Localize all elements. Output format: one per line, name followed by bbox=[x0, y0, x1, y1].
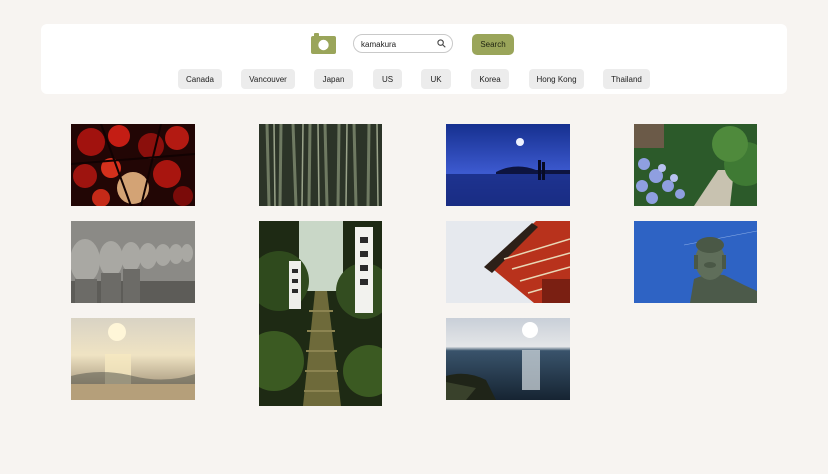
photo-sunlit-ocean-shore[interactable] bbox=[446, 318, 570, 400]
camera-icon[interactable] bbox=[311, 33, 336, 54]
category-chip-uk[interactable]: UK bbox=[421, 69, 451, 89]
photo-beach-sunset[interactable] bbox=[71, 318, 195, 400]
category-chip-korea[interactable]: Korea bbox=[471, 69, 509, 89]
header-panel: Search Canada Vancouver Japan US UK Kore… bbox=[41, 24, 787, 94]
category-chip-vancouver[interactable]: Vancouver bbox=[241, 69, 295, 89]
category-chip-us[interactable]: US bbox=[373, 69, 402, 89]
search-button[interactable]: Search bbox=[472, 34, 514, 55]
photo-red-temple-roof[interactable] bbox=[446, 221, 570, 303]
search-input[interactable] bbox=[361, 37, 437, 51]
category-chip-japan[interactable]: Japan bbox=[314, 69, 353, 89]
photo-moonlit-sea-couple[interactable] bbox=[446, 124, 570, 206]
photo-temple-stone-stairs[interactable] bbox=[259, 221, 382, 406]
photo-red-maple-leaves[interactable] bbox=[71, 124, 195, 206]
photo-hydrangea-path[interactable] bbox=[634, 124, 757, 206]
category-chip-thailand[interactable]: Thailand bbox=[603, 69, 650, 89]
category-filter-bar: Canada Vancouver Japan US UK Korea Hong … bbox=[41, 69, 787, 89]
search-field[interactable] bbox=[353, 34, 453, 53]
photo-jizo-statues[interactable] bbox=[71, 221, 195, 303]
photo-great-buddha[interactable] bbox=[634, 221, 757, 303]
magnifier-icon[interactable] bbox=[437, 39, 446, 48]
photo-bamboo-forest[interactable] bbox=[259, 124, 382, 206]
category-chip-canada[interactable]: Canada bbox=[178, 69, 222, 89]
category-chip-hong-kong[interactable]: Hong Kong bbox=[529, 69, 584, 89]
